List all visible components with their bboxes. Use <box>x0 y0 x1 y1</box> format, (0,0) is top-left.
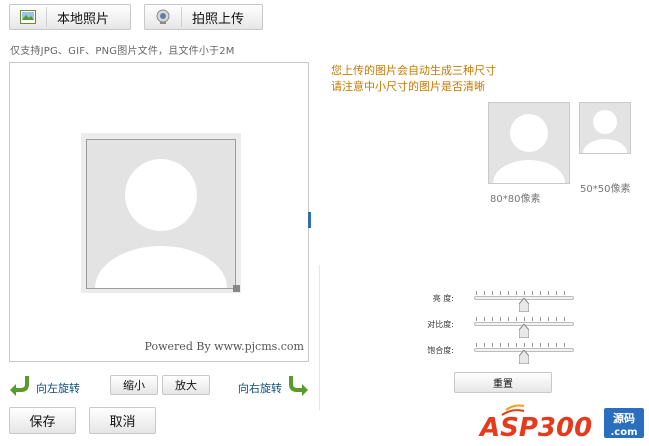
column-divider <box>319 265 320 410</box>
rotate-right-icon[interactable] <box>289 374 309 400</box>
crop-resize-handle[interactable] <box>233 285 240 292</box>
webcam-icon <box>151 7 182 27</box>
saturation-ticks <box>476 343 572 347</box>
zoom-in-button[interactable]: 放大 <box>162 375 210 395</box>
save-button[interactable]: 保存 <box>9 407 76 434</box>
take-photo-button[interactable]: 拍照上传 <box>144 4 263 30</box>
brightness-ticks <box>476 291 572 295</box>
svg-text:ASP300: ASP300 <box>478 413 592 442</box>
take-photo-label: 拍照上传 <box>192 11 245 27</box>
avatar-placeholder-icon <box>95 159 227 288</box>
preview-large-caption: 80*80像素 <box>490 194 541 205</box>
file-type-hint: 仅支持JPG、GIF、PNG图片文件，且文件小于2M <box>10 46 235 57</box>
editor-scroll-marker <box>308 212 311 228</box>
local-photo-button[interactable]: 本地照片 <box>9 4 131 30</box>
crop-box[interactable] <box>86 139 236 289</box>
contrast-ticks <box>476 317 572 321</box>
cancel-button[interactable]: 取消 <box>89 407 156 434</box>
avatar-placeholder-icon <box>493 114 565 183</box>
brightness-slider-thumb[interactable] <box>518 297 530 313</box>
image-icon <box>16 7 47 27</box>
size-notice-line1: 您上传的图片会自动生成三种尺寸 <box>331 64 496 77</box>
rotate-left-icon[interactable] <box>9 374 29 400</box>
powered-by-text: Powered By www.pjcms.com <box>144 340 304 353</box>
zoom-out-button[interactable]: 缩小 <box>110 375 158 395</box>
preview-small-caption: 50*50像素 <box>580 184 631 195</box>
saturation-slider-thumb[interactable] <box>518 349 530 365</box>
rotate-left-button[interactable]: 向左旋转 <box>36 380 80 396</box>
local-photo-label: 本地照片 <box>57 11 110 27</box>
contrast-label: 对比度: <box>427 320 454 329</box>
svg-text:源码: 源码 <box>613 411 635 425</box>
asp300-watermark-logo: ASP300 源码 .com <box>478 402 646 443</box>
avatar-placeholder-icon <box>583 110 627 153</box>
image-editor[interactable]: Powered By www.pjcms.com <box>9 62 309 362</box>
saturation-label: 饱合度: <box>427 346 454 355</box>
contrast-slider-thumb[interactable] <box>518 323 530 339</box>
brightness-label: 亮 度: <box>432 294 454 303</box>
size-notice-line2: 请注意中小尺寸的图片是否清晰 <box>331 80 485 93</box>
preview-large <box>488 102 570 184</box>
preview-small <box>579 102 631 154</box>
rotate-right-button[interactable]: 向右旋转 <box>238 380 282 396</box>
svg-text:.com: .com <box>610 427 637 438</box>
size-notice: 您上传的图片会自动生成三种尺寸 请注意中小尺寸的图片是否清晰 <box>331 63 496 95</box>
reset-button[interactable]: 重置 <box>454 372 552 393</box>
